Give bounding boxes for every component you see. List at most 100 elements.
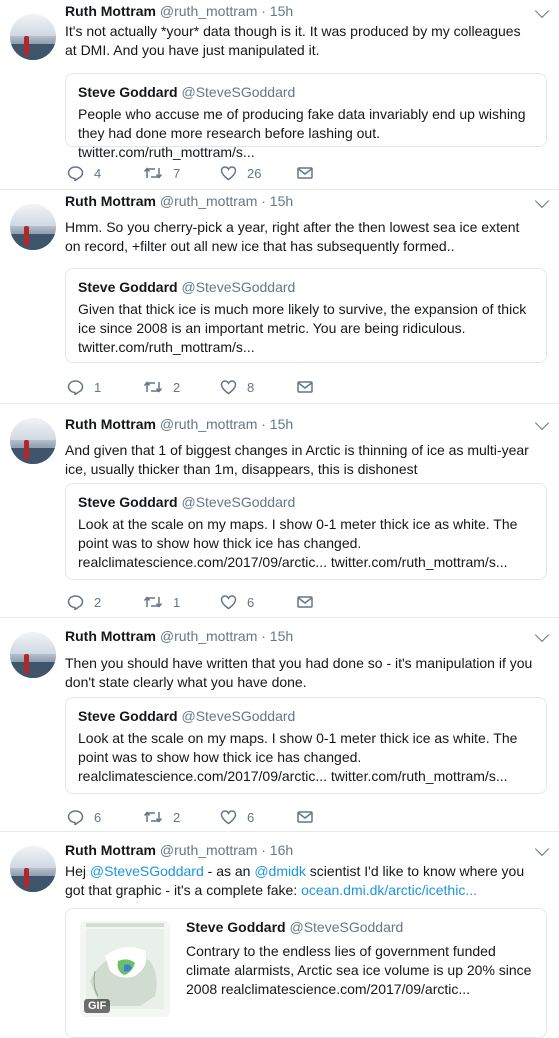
quoted-author-name: Steve Goddard	[78, 494, 178, 510]
message-icon	[297, 381, 313, 393]
author-name[interactable]: Ruth Mottram	[65, 193, 156, 209]
author-name[interactable]: Ruth Mottram	[65, 842, 156, 858]
reply-icon	[67, 595, 84, 610]
quoted-author-handle: @SteveSGoddard	[181, 708, 296, 724]
message-button[interactable]	[297, 163, 313, 183]
timestamp[interactable]: · 15h	[261, 193, 293, 209]
author-handle[interactable]: @ruth_mottram	[160, 193, 257, 209]
author-name[interactable]: Ruth Mottram	[65, 628, 156, 644]
chevron-down-icon[interactable]	[534, 415, 550, 431]
timestamp[interactable]: · 15h	[261, 416, 293, 432]
chevron-down-icon[interactable]	[534, 193, 550, 209]
quoted-author-handle: @SteveSGoddard	[289, 919, 404, 935]
tweet-text: Then you should have written that you ha…	[65, 655, 533, 690]
message-button[interactable]	[297, 377, 313, 397]
quoted-author-handle: @SteveSGoddard	[181, 279, 296, 295]
retweet-icon	[143, 811, 163, 823]
url-link[interactable]: ocean.dmi.dk/arctic/icethic...	[301, 882, 477, 898]
mention-link[interactable]: @SteveSGoddard	[90, 863, 204, 879]
tweet[interactable]: Ruth Mottram @ruth_mottram · 16h Hej @St…	[0, 832, 559, 1038]
retweet-button[interactable]: 7	[143, 163, 180, 183]
like-count: 6	[247, 594, 255, 610]
chevron-down-icon[interactable]	[534, 841, 550, 857]
tweet-header: Ruth Mottram @ruth_mottram · 15h	[65, 3, 293, 19]
tweet-text: It's not actually *your* data though is …	[65, 23, 521, 58]
quoted-media-thumbnail[interactable]: GIF	[80, 921, 170, 1017]
quoted-author-name: Steve Goddard	[186, 919, 286, 935]
avatar[interactable]	[10, 14, 56, 60]
avatar[interactable]	[10, 846, 56, 892]
reply-button[interactable]: 2	[67, 592, 101, 612]
like-icon	[220, 380, 237, 395]
like-button[interactable]: 6	[220, 592, 254, 612]
tweet-text: And given that 1 of biggest changes in A…	[65, 442, 529, 477]
quoted-tweet[interactable]: Steve Goddard @SteveSGoddard Given that …	[65, 268, 547, 363]
avatar[interactable]	[10, 418, 56, 464]
retweet-count: 1	[173, 594, 181, 610]
reply-button[interactable]: 1	[67, 377, 101, 397]
like-count: 8	[247, 379, 255, 395]
quoted-tweet[interactable]: GIF Steve Goddard @SteveSGoddard Contrar…	[65, 908, 547, 1038]
author-handle[interactable]: @ruth_mottram	[160, 628, 257, 644]
author-name[interactable]: Ruth Mottram	[65, 416, 156, 432]
quoted-author-name: Steve Goddard	[78, 84, 178, 100]
quoted-author-name: Steve Goddard	[78, 708, 178, 724]
retweet-button[interactable]: 1	[143, 592, 180, 612]
quoted-text: People who accuse me of producing fake d…	[78, 106, 526, 160]
retweet-count: 2	[173, 379, 181, 395]
author-handle[interactable]: @ruth_mottram	[160, 3, 257, 19]
quoted-author-handle: @SteveSGoddard	[181, 84, 296, 100]
like-count: 26	[247, 165, 262, 181]
mention-link[interactable]: @dmidk	[254, 863, 306, 879]
like-icon	[220, 810, 237, 825]
author-handle[interactable]: @ruth_mottram	[160, 842, 257, 858]
like-icon	[220, 166, 237, 181]
quoted-text: Given that thick ice is much more likely…	[78, 301, 527, 355]
timestamp[interactable]: · 16h	[261, 842, 293, 858]
quoted-tweet[interactable]: Steve Goddard @SteveSGoddard Look at the…	[65, 697, 547, 794]
reply-button[interactable]: 6	[67, 807, 101, 827]
avatar[interactable]	[10, 632, 56, 678]
author-handle[interactable]: @ruth_mottram	[160, 416, 257, 432]
author-name[interactable]: Ruth Mottram	[65, 3, 156, 19]
quoted-tweet[interactable]: Steve Goddard @SteveSGoddard Look at the…	[65, 483, 547, 580]
retweet-icon	[143, 381, 163, 393]
like-button[interactable]: 26	[220, 163, 261, 183]
tweet[interactable]: Ruth Mottram @ruth_mottram · 15h And giv…	[0, 404, 559, 618]
tweet-actions: 4 7 26	[65, 163, 325, 183]
tweet-header: Ruth Mottram @ruth_mottram · 15h	[65, 416, 293, 432]
tweet-text: Hej @SteveSGoddard - as an @dmidk scient…	[65, 862, 535, 900]
tweet[interactable]: Ruth Mottram @ruth_mottram · 15h Hmm. So…	[0, 190, 559, 404]
tweet-header: Ruth Mottram @ruth_mottram · 16h	[65, 842, 293, 858]
like-button[interactable]: 8	[220, 377, 254, 397]
message-button[interactable]	[297, 592, 313, 612]
tweet[interactable]: Ruth Mottram @ruth_mottram · 15h It's no…	[0, 0, 559, 190]
retweet-button[interactable]: 2	[143, 807, 180, 827]
like-button[interactable]: 6	[220, 807, 254, 827]
tweet-actions: 6 2 6	[65, 807, 325, 827]
retweet-count: 2	[173, 809, 181, 825]
reply-count: 1	[94, 379, 102, 395]
reply-icon	[67, 810, 84, 825]
message-icon	[297, 596, 313, 608]
message-button[interactable]	[297, 807, 313, 827]
chevron-down-icon[interactable]	[534, 627, 550, 643]
reply-button[interactable]: 4	[67, 163, 101, 183]
reply-count: 4	[94, 165, 102, 181]
reply-count: 6	[94, 809, 102, 825]
tweet-actions: 1 2 8	[65, 377, 325, 397]
quoted-author-name: Steve Goddard	[78, 279, 178, 295]
tweet-header: Ruth Mottram @ruth_mottram · 15h	[65, 193, 293, 209]
quoted-tweet[interactable]: Steve Goddard @SteveSGoddard People who …	[65, 73, 547, 160]
retweet-icon	[143, 167, 163, 179]
chevron-down-icon[interactable]	[534, 3, 550, 19]
like-icon	[220, 595, 237, 610]
timestamp[interactable]: · 15h	[261, 628, 293, 644]
retweet-button[interactable]: 2	[143, 377, 180, 397]
retweet-count: 7	[173, 165, 181, 181]
avatar[interactable]	[10, 204, 56, 250]
tweet-text: Hmm. So you cherry-pick a year, right af…	[65, 219, 520, 254]
timestamp[interactable]: · 15h	[261, 3, 293, 19]
retweet-icon	[143, 596, 163, 608]
tweet[interactable]: Ruth Mottram @ruth_mottram · 15h Then yo…	[0, 618, 559, 832]
